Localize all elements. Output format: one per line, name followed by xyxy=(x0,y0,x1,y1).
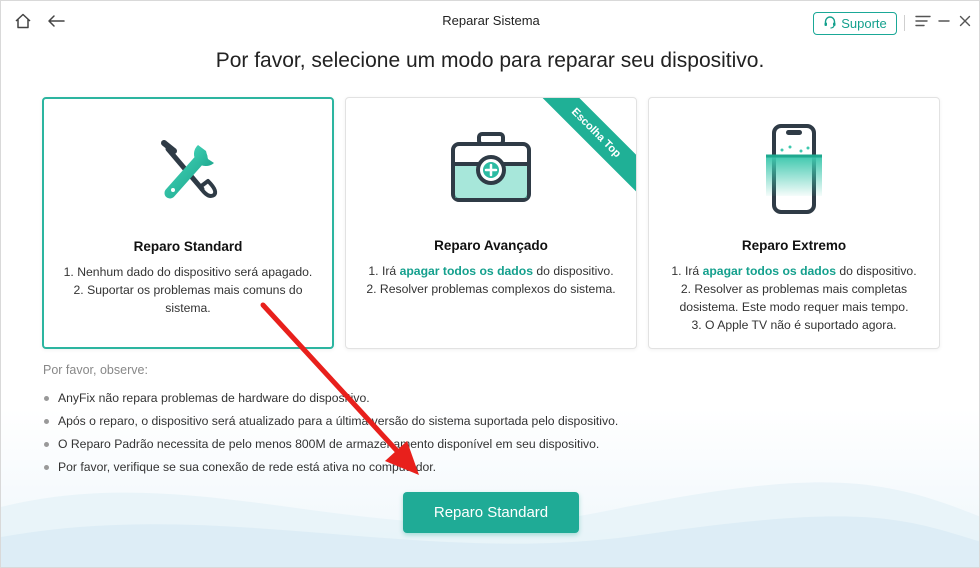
card-title: Reparo Extremo xyxy=(741,238,847,253)
repair-standard-button[interactable]: Reparo Standard xyxy=(403,492,579,533)
text-segment: do dispositivo. xyxy=(532,264,614,278)
mode-card-extreme[interactable]: Reparo Extremo 1. Irá apagar todos os da… xyxy=(648,97,940,349)
notes-list: AnyFix não repara problemas de hardware … xyxy=(43,390,618,482)
card-description: 1. Irá apagar todos os dados do disposit… xyxy=(659,262,929,334)
text-segment: 1. Irá xyxy=(671,264,703,278)
app-window: Reparar Sistema Suporte Por favor, selec… xyxy=(0,0,980,568)
card-desc-line: 2. Suportar os problemas mais comuns do … xyxy=(73,283,303,315)
title-bar: Reparar Sistema Suporte xyxy=(1,1,979,43)
medical-kit-icon xyxy=(346,120,636,216)
page-title: Por favor, selecione um modo para repara… xyxy=(215,49,765,72)
tools-icon xyxy=(44,121,332,217)
notes-title: Por favor, observe: xyxy=(43,363,148,377)
list-item: O Reparo Padrão necessita de pelo menos … xyxy=(43,436,618,459)
card-title: Reparo Standard xyxy=(133,239,243,254)
close-icon[interactable] xyxy=(954,11,976,31)
card-description: 1. Irá apagar todos os dados do disposit… xyxy=(356,262,626,298)
text-segment: 1. Irá xyxy=(368,264,400,278)
list-item: AnyFix não repara problemas de hardware … xyxy=(43,390,618,413)
card-desc-line: 2. Resolver as problemas mais completas … xyxy=(679,282,909,314)
headset-icon xyxy=(823,15,837,32)
minimize-icon[interactable] xyxy=(933,11,955,31)
card-desc-line: 1. Irá apagar todos os dados do disposit… xyxy=(659,262,929,280)
card-desc-line: 2. Resolver problemas complexos do siste… xyxy=(366,282,616,296)
card-description: 1. Nenhum dado do dispositivo será apaga… xyxy=(54,263,322,317)
menu-icon[interactable] xyxy=(912,11,934,31)
card-desc-line: 3. O Apple TV não é suportado agora. xyxy=(691,318,897,332)
list-item: Após o reparo, o dispositivo será atuali… xyxy=(43,413,618,436)
phone-scan-icon xyxy=(649,120,939,216)
list-item: Por favor, verifique se sua conexão de r… xyxy=(43,459,618,482)
highlight-text: apagar todos os dados xyxy=(399,264,533,278)
card-title: Reparo Avançado xyxy=(434,238,548,253)
card-desc-line: 1. Irá apagar todos os dados do disposit… xyxy=(356,262,626,280)
text-segment: do dispositivo. xyxy=(835,264,917,278)
mode-card-standard[interactable]: Reparo Standard 1. Nenhum dado do dispos… xyxy=(42,97,334,349)
toolbar-divider xyxy=(904,15,905,31)
card-desc-line: 1. Nenhum dado do dispositivo será apaga… xyxy=(63,265,313,279)
support-button[interactable]: Suporte xyxy=(813,12,897,35)
highlight-text: apagar todos os dados xyxy=(702,264,836,278)
mode-card-advanced[interactable]: Escolha Top Reparo Avançado 1. Irá apaga… xyxy=(345,97,637,349)
support-label: Suporte xyxy=(841,16,887,31)
